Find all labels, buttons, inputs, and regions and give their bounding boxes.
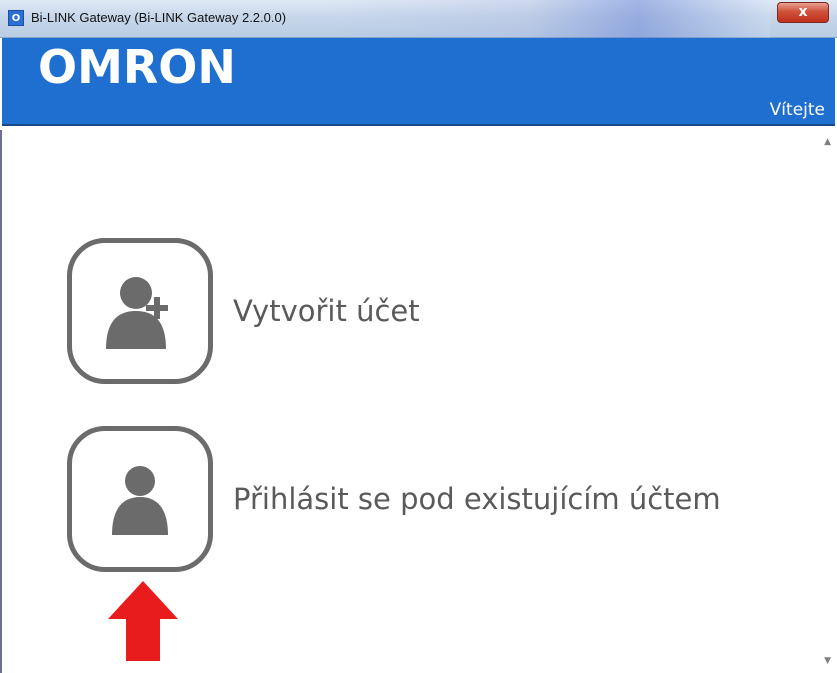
create-account-button[interactable] bbox=[67, 238, 213, 384]
window-title: Bi-LINK Gateway (Bi-LINK Gateway 2.2.0.0… bbox=[31, 10, 287, 25]
user-icon bbox=[112, 466, 168, 535]
add-user-icon bbox=[106, 277, 168, 349]
create-account-label[interactable]: Vytvořit účet bbox=[233, 294, 420, 328]
login-existing-button[interactable] bbox=[67, 426, 213, 572]
scroll-up-arrow-icon[interactable]: ▲ bbox=[824, 137, 831, 147]
create-account-option[interactable]: Vytvořit účet bbox=[67, 238, 420, 384]
titlebar-background bbox=[330, 0, 770, 38]
scroll-down-arrow-icon[interactable]: ▼ bbox=[824, 656, 831, 666]
close-button[interactable]: x bbox=[777, 2, 829, 23]
red-arrow-up-icon bbox=[108, 581, 178, 661]
header-welcome-label: Vítejte bbox=[769, 100, 825, 120]
app-icon: O bbox=[8, 10, 24, 26]
omron-logo: OMRON bbox=[38, 40, 236, 94]
window-titlebar[interactable]: O Bi-LINK Gateway (Bi-LINK Gateway 2.2.0… bbox=[0, 0, 837, 38]
login-existing-label[interactable]: Přihlásit se pod existujícím účtem bbox=[233, 482, 721, 516]
login-existing-option[interactable]: Přihlásit se pod existujícím účtem bbox=[67, 426, 721, 572]
app-header: OMRON Vítejte bbox=[2, 38, 835, 126]
